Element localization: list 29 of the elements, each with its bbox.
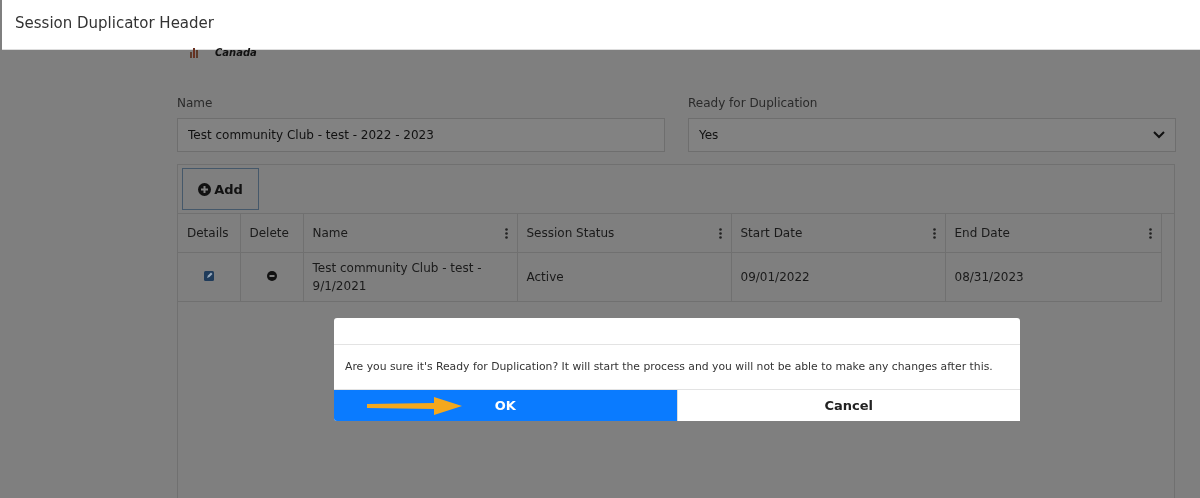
column-header: Start Date [740,226,803,240]
dialog-message: Are you sure it's Ready for Duplication? It will start the process and you will not be able to make any changes after this. [345,360,993,374]
column-header: Delete [249,226,289,240]
table-cell: Active [517,252,731,302]
ok-button[interactable]: OK [334,390,677,421]
logo-icon [187,46,201,58]
edit-icon[interactable] [203,271,214,281]
table-cell: Test community Club - test - 9/1/2021 [303,252,517,302]
column-header: End Date [954,226,1010,240]
input-field[interactable]: Test community Club - test - 2022 - 2023 [177,118,665,152]
column-menu-icon[interactable] [718,227,722,239]
minus-circle-icon[interactable] [266,271,277,281]
column-header: Details [187,226,229,240]
cancel-button[interactable]: Cancel [676,390,1020,421]
column-menu-icon[interactable] [932,227,936,239]
field-label: Name [177,96,214,112]
logo-text: Canada [215,47,257,58]
column-menu-icon[interactable] [1148,227,1152,239]
add-button[interactable]: Add [182,168,259,210]
plus-circle-icon [198,182,212,196]
column-menu-icon[interactable] [504,227,508,239]
table-cell: 09/01/2022 [731,252,945,302]
chevron-down-icon [1153,131,1165,139]
header-title: Session Duplicator Header [15,14,214,32]
column-header: Name [312,226,348,240]
column-header: Session Status [526,226,615,240]
table-cell: 08/31/2023 [945,252,1161,302]
select-field[interactable]: Yes [688,118,1176,152]
field-label: Ready for Duplication [688,96,819,112]
